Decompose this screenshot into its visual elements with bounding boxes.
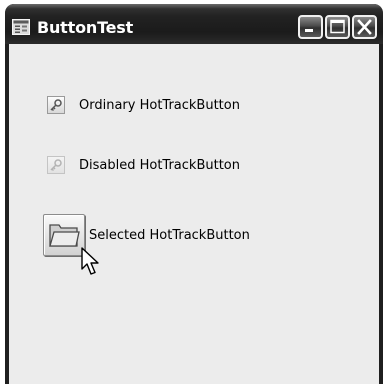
key-icon: [47, 156, 65, 174]
selected-hottrack-button[interactable]: Selected HotTrackButton: [43, 214, 250, 256]
window-title: ButtonTest: [37, 18, 134, 37]
disabled-button-label: Disabled HotTrackButton: [79, 157, 240, 173]
minimize-icon: [305, 29, 313, 32]
maximize-button[interactable]: [325, 15, 350, 39]
close-icon: [357, 19, 372, 35]
selected-button-frame[interactable]: [43, 214, 85, 256]
close-button[interactable]: [352, 15, 377, 39]
ordinary-button-label: Ordinary HotTrackButton: [79, 97, 240, 113]
window-form-icon[interactable]: [12, 19, 30, 35]
minimize-button[interactable]: [298, 15, 323, 39]
arrow-cursor-icon: [81, 247, 99, 275]
title-bar[interactable]: ButtonTest: [5, 4, 383, 44]
selected-button-label: Selected HotTrackButton: [89, 227, 250, 243]
disabled-hottrack-button: Disabled HotTrackButton: [47, 156, 240, 174]
app-window: ButtonTest Ordinary HotTrackButton Disab…: [5, 4, 383, 384]
client-area: Ordinary HotTrackButton Disabled HotTrac…: [9, 44, 379, 384]
folder-icon: [49, 224, 80, 247]
key-icon: [47, 96, 65, 114]
maximize-icon: [330, 19, 345, 34]
ordinary-hottrack-button[interactable]: Ordinary HotTrackButton: [47, 96, 240, 114]
